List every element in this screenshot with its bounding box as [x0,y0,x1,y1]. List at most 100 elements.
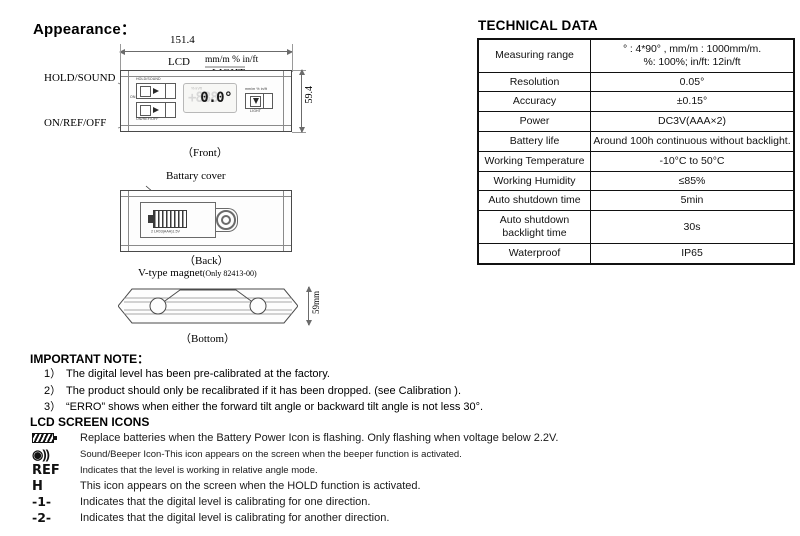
tech-table-value: ° : 4*90° , mm/m : 1000mm/m.%: 100%; in/… [590,38,795,73]
lcd-icon-row: -1- Indicates that the digital level is c… [30,494,790,510]
on-ref-off-button-microlabel: ON/REF/OFF [136,117,159,122]
bottom-profile-shape [118,288,298,324]
lcd-icon-cell: -1- [30,493,80,509]
tech-table-value: ≤85% [590,170,795,192]
lcd-icon-description: Replace batteries when the Battery Power… [80,432,559,444]
light-button-microlabel: LIGHT [250,109,261,114]
on-ref-off-button[interactable] [136,102,176,118]
bottom-height-dimension-line [306,286,312,326]
calibration-direction-1-icon: -1- [32,493,52,509]
tech-table-value: ±0.15° [590,91,795,113]
tech-table-value: DC3V(AAA×2) [590,111,795,132]
button-square-icon [140,86,151,97]
document-page: Appearance： HOLD/SOUND ON/REF/OFF LCD mm… [0,0,800,536]
tech-table-key: Working Humidity [477,170,591,192]
tech-table-key: Power [477,111,591,132]
button-arrow-icon [153,107,159,113]
button-divider [263,94,264,108]
body-bottom-edge-line [121,245,291,246]
tech-table-value: Around 100h continuous without backlight… [590,130,795,152]
sound-beeper-icon: ◉)) [32,446,50,462]
hold-icon: H [32,478,43,494]
callout-on-ref-off: ON/REF/OFF [44,117,107,129]
button-square-icon [140,105,151,116]
lcd-icon-cell [30,433,80,443]
lcd-icon-cell: H [30,480,80,493]
tech-table-key: Auto shutdown time [477,190,591,212]
tech-table-value: 0.05° [590,71,795,93]
extension-line-left [120,44,121,72]
left-button-group [136,83,178,121]
hold-sound-button-microlabel: HOLD/SOUND [136,77,161,82]
tech-table-key: Battery life [477,130,591,152]
callout-hold-sound: HOLD/SOUND [44,72,116,84]
important-note-number: 1） [44,368,62,380]
on-microlabel: ON [130,95,136,100]
tech-table-row: Battery life Around 100h continuous witho… [477,130,795,152]
tech-table-row: Waterproof IP65 [477,242,795,265]
important-note-item: 2） The product should only be recalibrate… [44,383,784,400]
back-view-diagram: Battary cover 2 LR03(AAA)1.5V [118,170,318,260]
important-note-text: The digital level has been pre-calibrate… [66,368,330,380]
tech-table-row: Accuracy ±0.15° [477,91,795,113]
important-note-text: “ERRO” shows when either the forward til… [66,401,484,413]
button-arrow-icon [153,88,159,94]
lcd-icon-cell: REF [30,464,80,477]
lcd-icon-row: REF Indicates that the level is working i… [30,462,790,478]
ref-icon: REF [32,462,60,478]
lcd-icon-cell: -2- [30,511,80,525]
button-divider [165,103,166,117]
light-mode-button[interactable] [245,93,273,109]
important-note-number: 3） [44,401,62,413]
tech-table-value: 30s [590,210,795,244]
body-bottom-edge-line [121,125,291,126]
bottom-height-dimension: 59mm [311,291,321,315]
front-height-dimension: 59.4 [304,86,315,104]
lcd-icon-cell: ◉)) [30,448,80,461]
tech-table-row: Measuring range ° : 4*90° , mm/m : 1000mm… [477,38,795,73]
callout-v-type-magnet-text: V-type magnet [138,267,203,279]
important-note-text: The product should only be recalibrated … [66,384,462,397]
tech-table-key: Auto shutdown backlight time [477,210,591,244]
technical-data-table: Measuring range ° : 4*90° , mm/m : 1000mm… [477,38,795,265]
lcd-screen-icons-heading: LCD SCREEN ICONS [30,415,150,429]
tech-table-key: Accuracy [477,91,591,113]
lcd-icon-description: Indicates that the level is working in r… [80,464,318,476]
body-left-edge-line [128,191,129,251]
body-right-edge-line [283,191,284,251]
lcd-icon-row: H This icon appears on the screen when th… [30,478,790,494]
important-note-list: 1） The digital level has been pre-calibra… [44,366,784,416]
button-divider [165,84,166,98]
important-note-heading: IMPORTANT NOTE： [30,352,150,366]
mode-button-microlabel: mm/m % in/ft [245,87,268,92]
important-note-item: 3） “ERRO” shows when either the forward t… [44,399,784,416]
lcd-angle-value: 0.0° [200,90,232,106]
tech-table-row: Resolution 0.05° [477,71,795,93]
tech-table-row: Auto shutdown time 5min [477,190,795,212]
body-left-edge-line [128,71,129,131]
front-view-caption: （Front） [182,147,228,159]
lcd-icon-row: ◉)) Sound/Beeper Icon-This icon appears o… [30,446,790,462]
device-body-front: HOLD/SOUND ON/REF/OFF ON % in/ft +888 0.… [120,70,292,132]
front-height-dimension-line [299,69,305,133]
front-width-dimension: 151.4 [170,34,195,46]
tech-table-value: 5min [590,190,795,212]
important-note-number: 2） [44,384,62,397]
hold-sound-button[interactable] [136,83,176,99]
callout-v-type-magnet: V-type magnet(Only 82413-00) [138,267,257,279]
tech-table-key: Resolution [477,71,591,93]
callout-battery-cover: Battary cover [166,170,226,182]
technical-data-table-body: Measuring range ° : 4*90° , mm/m : 1000mm… [477,38,795,265]
battery-spec-microlabel: 2 LR03(AAA)1.5V [151,228,180,234]
battery-icon [32,433,57,443]
lcd-icon-description: This icon appears on the screen when the… [80,480,421,492]
lcd-icon-row: Replace batteries when the Battery Power… [30,430,790,446]
tech-table-row: Power DC3V(AAA×2) [477,111,795,132]
lcd-screen: % in/ft +888 0.0° [183,83,237,113]
lcd-icon-description: Indicates that the digital level is cali… [80,496,371,508]
technical-data-heading: TECHNICAL DATA [478,18,598,33]
bottom-view-caption: （Bottom） [180,333,236,345]
lcd-screen-icons-list: Replace batteries when the Battery Power… [30,430,790,526]
tech-table-value: IP65 [590,242,795,265]
body-right-edge-line [283,71,284,131]
